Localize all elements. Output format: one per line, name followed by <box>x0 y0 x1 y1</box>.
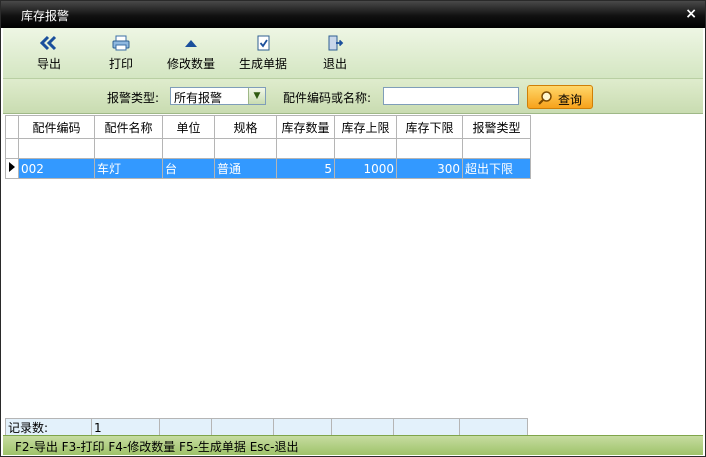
column-header[interactable]: 单位 <box>162 115 215 139</box>
triangle-up-icon <box>185 40 197 47</box>
column-header[interactable]: 规格 <box>214 115 277 139</box>
filter-bar: 报警类型: 所有报警 ▼ 配件编码或名称: 查询 <box>3 79 703 114</box>
window-title: 库存报警 <box>21 9 70 23</box>
stock-alarm-grid: 配件编码 配件名称 单位 规格 库存数量 库存上限 库存下限 报警类型 002 … <box>5 115 703 435</box>
current-row-indicator-icon <box>5 158 19 179</box>
grid-header-row: 配件编码 配件名称 单位 规格 库存数量 库存上限 库存下限 报警类型 <box>5 115 531 139</box>
print-label: 打印 <box>108 57 133 71</box>
column-header[interactable]: 库存下限 <box>396 115 463 139</box>
shortcut-hints: F2-导出 F3-打印 F4-修改数量 F5-生成单据 Esc-退出 <box>15 440 299 454</box>
column-header[interactable]: 报警类型 <box>462 115 531 139</box>
search-label: 配件编码或名称: <box>283 91 372 105</box>
generate-document-label: 生成单据 <box>238 57 287 71</box>
alarm-type-select[interactable]: 所有报警 ▼ <box>170 87 266 105</box>
printer-icon <box>112 35 130 51</box>
cell-code[interactable]: 002 <box>18 158 95 179</box>
stock-alarm-window: 库存报警 × 导出 打印 修改数量 生成单据 退出 报警类型: 所有报警 ▼ 配… <box>0 0 706 457</box>
query-button[interactable]: 查询 <box>527 85 593 109</box>
close-icon[interactable]: × <box>685 6 697 22</box>
search-icon <box>538 91 552 105</box>
table-row[interactable]: 002 车灯 台 普通 5 1000 300 超出下限 <box>5 158 531 179</box>
cell-alarm-type[interactable]: 超出下限 <box>462 158 531 179</box>
double-chevron-left-icon <box>39 35 57 51</box>
modify-quantity-button[interactable]: 修改数量 <box>163 34 219 74</box>
column-header[interactable]: 库存上限 <box>334 115 397 139</box>
export-button[interactable]: 导出 <box>29 34 69 74</box>
alarm-type-value: 所有报警 <box>174 91 223 105</box>
chevron-down-icon[interactable]: ▼ <box>248 88 265 104</box>
generate-document-button[interactable]: 生成单据 <box>235 34 291 74</box>
column-header[interactable]: 库存数量 <box>276 115 335 139</box>
search-input[interactable] <box>383 87 519 105</box>
filter-row[interactable] <box>5 138 531 159</box>
record-count-value: 1 <box>91 418 160 437</box>
alarm-type-label: 报警类型: <box>107 91 160 105</box>
row-indicator-header <box>5 115 19 139</box>
column-header[interactable]: 配件名称 <box>94 115 163 139</box>
cell-upper-limit[interactable]: 1000 <box>334 158 397 179</box>
title-bar: 库存报警 × <box>1 1 705 28</box>
cell-name[interactable]: 车灯 <box>94 158 163 179</box>
exit-door-icon <box>328 35 344 51</box>
grid-table: 配件编码 配件名称 单位 规格 库存数量 库存上限 库存下限 报警类型 002 … <box>5 115 531 179</box>
column-header[interactable]: 配件编码 <box>18 115 95 139</box>
query-label: 查询 <box>558 93 583 107</box>
cell-spec[interactable]: 普通 <box>214 158 277 179</box>
document-check-icon <box>257 35 270 51</box>
cell-quantity[interactable]: 5 <box>276 158 335 179</box>
status-bar: F2-导出 F3-打印 F4-修改数量 F5-生成单据 Esc-退出 <box>3 435 703 455</box>
exit-button[interactable]: 退出 <box>315 34 355 74</box>
modify-quantity-label: 修改数量 <box>166 57 215 71</box>
cell-unit[interactable]: 台 <box>162 158 215 179</box>
toolbar: 导出 打印 修改数量 生成单据 退出 <box>3 28 703 79</box>
exit-label: 退出 <box>322 57 347 71</box>
cell-lower-limit[interactable]: 300 <box>396 158 463 179</box>
export-label: 导出 <box>36 57 61 71</box>
record-count-label: 记录数: <box>5 418 92 437</box>
print-button[interactable]: 打印 <box>101 34 141 74</box>
